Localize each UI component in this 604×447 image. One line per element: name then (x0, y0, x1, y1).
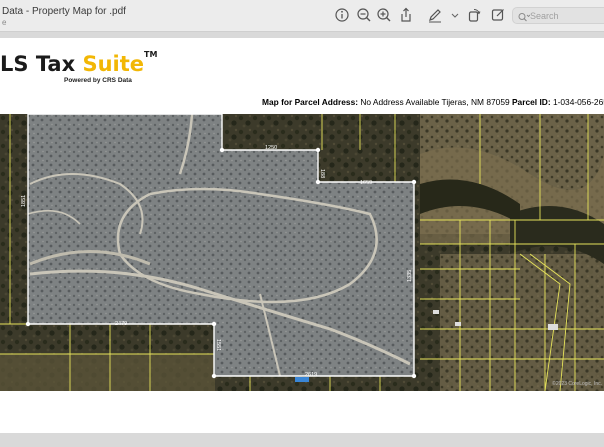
dim-label-left: 1851 (21, 195, 27, 207)
dim-label-bottom-left: 2479 (115, 321, 127, 327)
dim-label-upper-right: 1659 (360, 180, 372, 186)
parcel-map: 1250 1659 188 2479 1851 2619 1335 1551 (0, 114, 604, 391)
info-icon[interactable] (333, 6, 351, 24)
chevron-down-icon[interactable] (446, 6, 464, 24)
window-subtitle: e (2, 18, 7, 27)
address-value: No Address Available Tijeras, NM 87059 (360, 97, 510, 107)
brand-logo: LS Tax SuiteTM (0, 50, 158, 76)
window-title: Data - Property Map for .pdf (2, 6, 126, 17)
dim-label-top: 1250 (265, 145, 277, 151)
dim-label-notch: 188 (319, 169, 325, 178)
brand-suite: Suite (82, 52, 145, 76)
parcel-address-line: Map for Parcel Address: No Address Avail… (262, 97, 604, 107)
map-copyright: ©2023 CoreLogic, Inc. (552, 381, 602, 387)
parcel-id-label: Parcel ID: (511, 97, 551, 107)
aerial-map-image: 1250 1659 188 2479 1851 2619 1335 1551 (0, 114, 604, 391)
dim-label-right: 1335 (407, 270, 413, 282)
edit-icon[interactable] (489, 6, 507, 24)
pdf-page: LS Tax SuiteTM Powered by CRS Data Map f… (0, 38, 604, 433)
zoom-in-icon[interactable] (375, 6, 393, 24)
rotate-icon[interactable] (465, 6, 483, 24)
search-field[interactable]: Search (512, 7, 604, 24)
search-icon (516, 10, 531, 22)
share-icon[interactable] (397, 6, 415, 24)
address-label: Map for Parcel Address: (262, 97, 359, 107)
parcel-id-value: 1-034-056-265-2 (552, 97, 604, 107)
zoom-out-icon[interactable] (355, 6, 373, 24)
brand-prefix: LS Tax (0, 52, 83, 76)
markup-pen-icon[interactable] (426, 6, 444, 24)
window-titlebar: Data - Property Map for .pdf e Search (0, 0, 604, 32)
dim-label-step: 1551 (215, 339, 221, 351)
brand-tm: TM (144, 50, 158, 59)
search-placeholder: Search (530, 11, 559, 21)
powered-by: Powered by CRS Data (64, 77, 132, 84)
